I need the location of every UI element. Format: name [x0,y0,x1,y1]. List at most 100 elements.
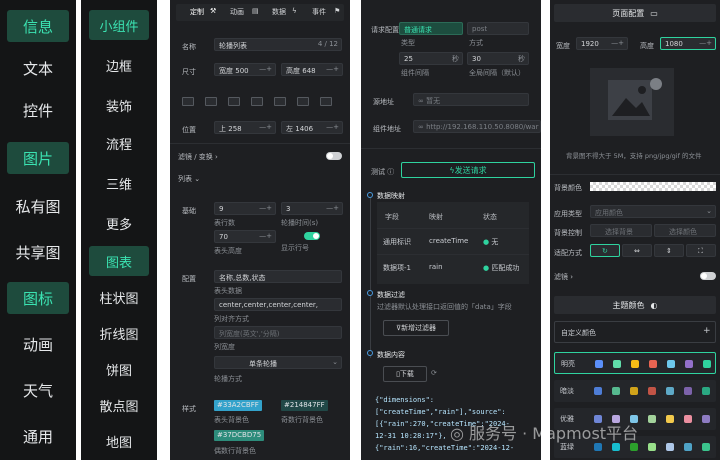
header-data-input[interactable]: 名称,总数,状态 [214,270,342,283]
align-center-h-icon[interactable] [205,97,217,106]
chevron-down-icon: ⌄ [332,358,338,366]
component-address-input[interactable]: ∞ http://192.168.110.50.8080/war [413,120,541,133]
align-bottom-icon[interactable] [297,97,309,106]
theme-dim[interactable]: 暗淡 [554,380,716,402]
page-height-input[interactable]: 1080 —+ [660,37,716,50]
watermark: ◎ 服务号 · Mapmost平台 [450,424,639,443]
category-image[interactable]: 图片 [7,142,69,174]
select-bg-button[interactable]: 选择背景 [590,224,652,237]
fit-width-icon[interactable]: ⇔ [622,244,652,257]
sub-map[interactable]: 地图 [89,426,149,456]
tab-data[interactable]: 数据 [272,7,286,17]
interval-stepper[interactable]: 3 —+ [281,202,343,215]
name-input[interactable]: 轮播列表 4 / 12 [214,38,342,51]
list-section-label[interactable]: 列表 ⌄ [178,174,200,184]
category-control[interactable]: 控件 [7,94,69,126]
theme-bright[interactable]: 明亮 [554,352,716,374]
filter-toggle[interactable] [326,152,342,160]
group-interval-input[interactable]: 25 秒 [399,52,463,65]
align-center-v-icon[interactable] [274,97,286,106]
test-label: 测试 ⓘ [371,168,395,176]
category-icon[interactable]: 图标 [7,282,69,314]
monitor-icon: ▭ [650,8,658,18]
sub-flow[interactable]: 流程 [89,128,149,158]
style-label: 样式 [182,405,196,413]
color-swatch [612,443,620,451]
row-number-toggle[interactable] [304,232,320,240]
category-text[interactable]: 文本 [7,52,69,84]
link-icon: ∞ [418,97,424,105]
method-select[interactable]: post [467,22,529,35]
select-color-button[interactable]: 选择颜色 [654,224,716,237]
refresh-icon[interactable]: ⟳ [431,369,437,377]
sub-border[interactable]: 边框 [89,50,149,80]
align-left-icon[interactable] [182,97,194,106]
sub-decoration[interactable]: 装饰 [89,90,149,120]
bg-control-label: 背景控制 [554,229,582,237]
custom-color-row[interactable]: 自定义颜色 + [554,321,716,343]
background-upload-area[interactable] [590,68,674,136]
left-stepper[interactable]: 左 1406 —+ [281,121,343,134]
carousel-select[interactable]: 单条轮播 ⌄ [214,356,342,369]
header-height-stepper[interactable]: 70 —+ [214,230,276,243]
col-width-input[interactable]: 列宽度(英文','分隔) [214,326,342,339]
sub-pie-chart[interactable]: 饼图 [89,354,149,384]
fit-mode-label: 适配方式 [554,249,582,257]
basic-label: 基础 [182,207,196,215]
color-swatch [630,387,638,395]
tab-custom[interactable]: 定制 [190,7,204,17]
category-shared-image[interactable]: 共享图 [7,236,69,268]
category-general[interactable]: 通用 [7,420,69,452]
page-config-header: 页面配置 ▭ [554,4,716,22]
app-type-select[interactable]: 应用颜色 ⌄ [590,205,716,218]
bg-color-picker[interactable] [590,182,716,191]
category-private-image[interactable]: 私有图 [7,190,69,222]
sub-3d[interactable]: 三维 [89,168,149,198]
filter-label[interactable]: 滤镜 › [554,272,573,282]
filter-toggle[interactable] [700,272,716,280]
filter-description: 过滤器默认处理接口返回值的「data」字段 [377,303,512,311]
align-input[interactable]: center,center,center,center, [214,298,342,311]
sub-line-chart[interactable]: 折线图 [89,318,149,348]
chevron-down-icon: ⌄ [706,207,712,215]
even-bg-color[interactable]: #37DCBD75 [214,430,265,441]
global-interval-input[interactable]: 30 秒 [467,52,529,65]
top-stepper[interactable]: 上 258 —+ [214,121,276,134]
color-swatch [702,415,710,423]
fit-free-icon[interactable]: ↻ [590,244,620,257]
send-request-button[interactable]: ϟ 发送请求 [401,162,535,178]
rows-stepper[interactable]: 9 —+ [214,202,276,215]
sub-more[interactable]: 更多 [89,208,149,238]
header-bg-color[interactable]: #33A2CBFF [214,400,262,411]
category-weather[interactable]: 天气 [7,374,69,406]
color-swatch [595,360,603,368]
category-animation[interactable]: 动画 [7,328,69,360]
align-top-icon[interactable] [251,97,263,106]
fit-full-icon[interactable]: ⛶ [686,244,716,257]
width-stepper[interactable]: 宽度 500 —+ [214,63,276,76]
category-info[interactable]: 信息 [7,10,69,42]
page-width-input[interactable]: 1920 —+ [576,37,628,50]
align-right-icon[interactable] [228,97,240,106]
component-address-label: 组件地址 [373,125,401,133]
new-filter-button[interactable]: ⊽ 新增过滤器 [383,320,449,336]
height-stepper[interactable]: 高度 648 —+ [281,63,343,76]
distribute-icon[interactable] [320,97,332,106]
source-input[interactable]: ∞ 暂无 [413,93,529,106]
sub-chart[interactable]: 图表 [89,246,149,276]
sub-widget[interactable]: 小组件 [89,10,149,40]
filter-transform-label[interactable]: 滤镜 / 变换 › [178,152,218,162]
help-icon: ⓘ [387,168,395,176]
sub-bar-chart[interactable]: 柱状图 [89,282,149,312]
color-swatch [684,387,692,395]
download-button[interactable]: ▯ 下载 [383,366,427,382]
request-type-select[interactable]: 普通请求 [399,22,463,35]
fit-height-icon[interactable]: ⇕ [654,244,684,257]
source-label: 源地址 [373,98,394,106]
plus-icon[interactable]: + [703,326,711,336]
odd-bg-color[interactable]: #214847FF [281,400,328,411]
tab-animation[interactable]: 动画 [230,7,244,17]
align-label: 列对齐方式 [214,315,249,323]
tab-event[interactable]: 事件 [312,7,326,17]
sub-scatter-chart[interactable]: 散点图 [89,390,149,420]
